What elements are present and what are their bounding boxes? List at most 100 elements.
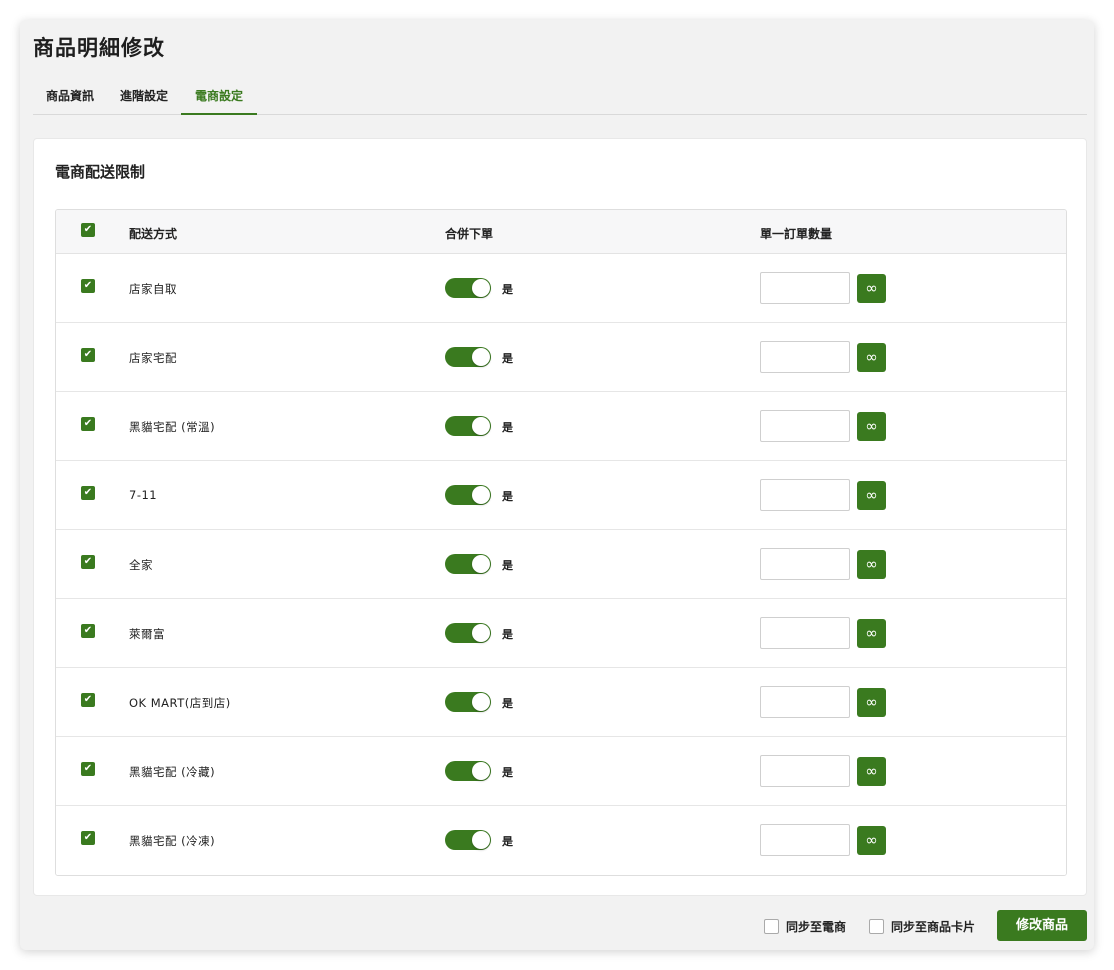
tab-bar: 商品資訊 進階設定 電商設定 bbox=[33, 82, 1087, 115]
submit-button[interactable]: 修改商品 bbox=[997, 910, 1087, 941]
row-checkbox[interactable]: ✔ bbox=[81, 624, 95, 638]
unlimited-button[interactable]: ∞ bbox=[857, 550, 886, 579]
header-merge: 合併下單 bbox=[445, 227, 494, 241]
toggle-knob bbox=[472, 486, 490, 504]
shipping-table: ✔ 配送方式 合併下單 單一訂單數量 ✔ 店家自取 是 ∞ ✔ 店家宅配 是 ∞ bbox=[55, 209, 1067, 876]
table-row: ✔ 萊爾富 是 ∞ bbox=[56, 599, 1066, 668]
tab-product-info[interactable]: 商品資訊 bbox=[33, 82, 107, 115]
infinity-icon: ∞ bbox=[865, 417, 878, 435]
merge-order-toggle[interactable] bbox=[445, 554, 491, 574]
sync-ecommerce-label: 同步至電商 bbox=[786, 920, 847, 934]
method-label: OK MART(店到店) bbox=[129, 696, 231, 710]
qty-input[interactable] bbox=[760, 824, 850, 856]
row-checkbox[interactable]: ✔ bbox=[81, 486, 95, 500]
row-checkbox[interactable]: ✔ bbox=[81, 831, 95, 845]
unlimited-button[interactable]: ∞ bbox=[857, 619, 886, 648]
tab-ecommerce-settings[interactable]: 電商設定 bbox=[181, 82, 258, 115]
header-method: 配送方式 bbox=[129, 227, 178, 241]
toggle-knob bbox=[472, 831, 490, 849]
toggle-knob bbox=[472, 762, 490, 780]
qty-input[interactable] bbox=[760, 755, 850, 787]
merge-order-toggle[interactable] bbox=[445, 830, 491, 850]
table-row: ✔ OK MART(店到店) 是 ∞ bbox=[56, 668, 1066, 737]
qty-input[interactable] bbox=[760, 479, 850, 511]
tab-advanced-settings[interactable]: 進階設定 bbox=[107, 82, 181, 115]
row-checkbox[interactable]: ✔ bbox=[81, 555, 95, 569]
toggle-label: 是 bbox=[502, 352, 513, 365]
sync-card-checkbox[interactable]: 同步至商品卡片 bbox=[869, 918, 975, 935]
toggle-label: 是 bbox=[502, 559, 513, 572]
toggle-knob bbox=[472, 279, 490, 297]
section-title: 電商配送限制 bbox=[55, 163, 146, 181]
infinity-icon: ∞ bbox=[865, 555, 878, 573]
merge-order-toggle[interactable] bbox=[445, 692, 491, 712]
toggle-label: 是 bbox=[502, 697, 513, 710]
qty-input[interactable] bbox=[760, 548, 850, 580]
shipping-limits-card: 電商配送限制 ✔ 配送方式 合併下單 單一訂單數量 ✔ 店家自取 是 ∞ ✔ 店… bbox=[33, 138, 1087, 896]
merge-order-toggle[interactable] bbox=[445, 623, 491, 643]
row-checkbox[interactable]: ✔ bbox=[81, 762, 95, 776]
sync-card-label: 同步至商品卡片 bbox=[891, 920, 976, 934]
toggle-label: 是 bbox=[502, 628, 513, 641]
table-row: ✔ 7-11 是 ∞ bbox=[56, 461, 1066, 530]
table-row: ✔ 黑貓宅配 (冷凍) 是 ∞ bbox=[56, 806, 1066, 875]
method-label: 萊爾富 bbox=[129, 627, 165, 641]
row-checkbox[interactable]: ✔ bbox=[81, 348, 95, 362]
table-row: ✔ 黑貓宅配 (常溫) 是 ∞ bbox=[56, 392, 1066, 461]
infinity-icon: ∞ bbox=[865, 624, 878, 642]
unlimited-button[interactable]: ∞ bbox=[857, 826, 886, 855]
toggle-knob bbox=[472, 348, 490, 366]
select-all-checkbox[interactable]: ✔ bbox=[81, 223, 95, 237]
modal-title: 商品明細修改 bbox=[33, 36, 165, 60]
merge-order-toggle[interactable] bbox=[445, 416, 491, 436]
checkbox-box bbox=[764, 919, 779, 934]
infinity-icon: ∞ bbox=[865, 348, 878, 366]
qty-input[interactable] bbox=[760, 272, 850, 304]
table-row: ✔ 黑貓宅配 (冷藏) 是 ∞ bbox=[56, 737, 1066, 806]
qty-input[interactable] bbox=[760, 410, 850, 442]
toggle-knob bbox=[472, 417, 490, 435]
unlimited-button[interactable]: ∞ bbox=[857, 343, 886, 372]
merge-order-toggle[interactable] bbox=[445, 761, 491, 781]
row-checkbox[interactable]: ✔ bbox=[81, 279, 95, 293]
row-checkbox[interactable]: ✔ bbox=[81, 417, 95, 431]
merge-order-toggle[interactable] bbox=[445, 485, 491, 505]
infinity-icon: ∞ bbox=[865, 486, 878, 504]
method-label: 黑貓宅配 (冷藏) bbox=[129, 765, 216, 779]
table-row: ✔ 店家自取 是 ∞ bbox=[56, 254, 1066, 323]
toggle-label: 是 bbox=[502, 490, 513, 503]
method-label: 黑貓宅配 (冷凍) bbox=[129, 834, 216, 848]
qty-input[interactable] bbox=[760, 617, 850, 649]
method-label: 7-11 bbox=[129, 488, 158, 502]
unlimited-button[interactable]: ∞ bbox=[857, 757, 886, 786]
unlimited-button[interactable]: ∞ bbox=[857, 688, 886, 717]
sync-ecommerce-checkbox[interactable]: 同步至電商 bbox=[764, 918, 846, 935]
method-label: 全家 bbox=[129, 558, 153, 572]
toggle-knob bbox=[472, 555, 490, 573]
merge-order-toggle[interactable] bbox=[445, 278, 491, 298]
toggle-knob bbox=[472, 624, 490, 642]
product-edit-modal: 商品明細修改 商品資訊 進階設定 電商設定 電商配送限制 ✔ 配送方式 合併下單… bbox=[20, 20, 1094, 950]
unlimited-button[interactable]: ∞ bbox=[857, 274, 886, 303]
checkbox-box bbox=[869, 919, 884, 934]
infinity-icon: ∞ bbox=[865, 831, 878, 849]
toggle-label: 是 bbox=[502, 766, 513, 779]
qty-input[interactable] bbox=[760, 686, 850, 718]
method-label: 店家宅配 bbox=[129, 351, 177, 365]
method-label: 黑貓宅配 (常溫) bbox=[129, 420, 216, 434]
toggle-label: 是 bbox=[502, 421, 513, 434]
method-label: 店家自取 bbox=[129, 282, 177, 296]
toggle-label: 是 bbox=[502, 283, 513, 296]
qty-input[interactable] bbox=[760, 341, 850, 373]
table-row: ✔ 店家宅配 是 ∞ bbox=[56, 323, 1066, 392]
toggle-label: 是 bbox=[502, 835, 513, 848]
table-row: ✔ 全家 是 ∞ bbox=[56, 530, 1066, 599]
toggle-knob bbox=[472, 693, 490, 711]
header-qty: 單一訂單數量 bbox=[760, 227, 833, 241]
infinity-icon: ∞ bbox=[865, 279, 878, 297]
infinity-icon: ∞ bbox=[865, 762, 878, 780]
merge-order-toggle[interactable] bbox=[445, 347, 491, 367]
unlimited-button[interactable]: ∞ bbox=[857, 412, 886, 441]
row-checkbox[interactable]: ✔ bbox=[81, 693, 95, 707]
unlimited-button[interactable]: ∞ bbox=[857, 481, 886, 510]
